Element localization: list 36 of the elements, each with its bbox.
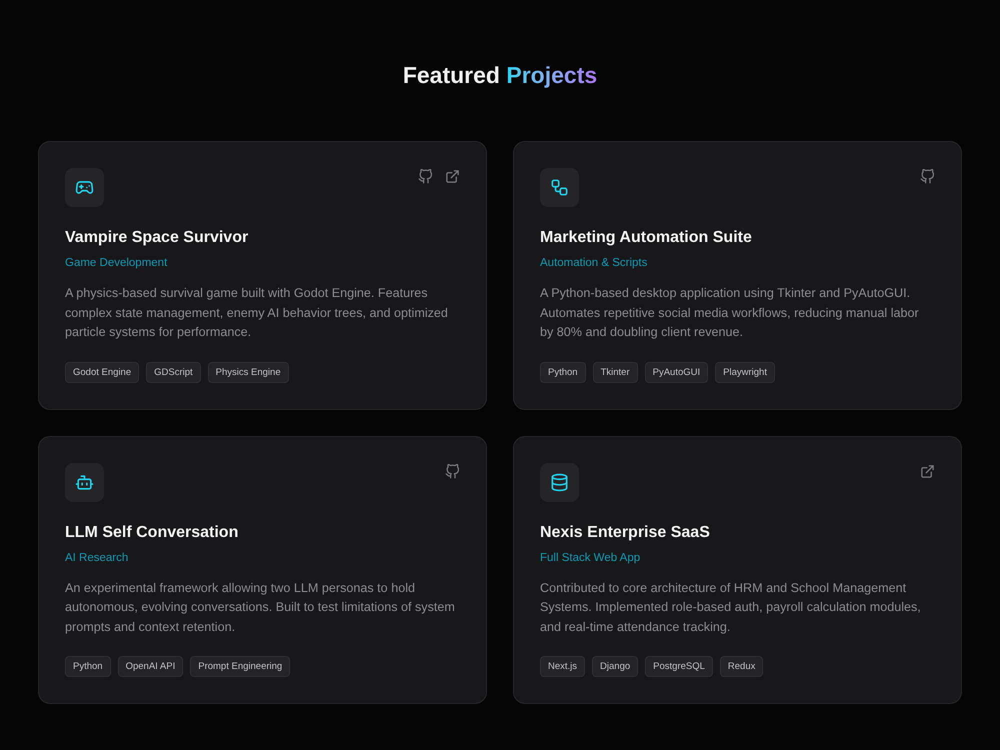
github-icon[interactable] [920,169,935,184]
tech-tag: Next.js [540,656,586,677]
section-heading: Featured Projects [402,61,598,90]
robot-icon [65,462,104,502]
tech-tag: OpenAI API [118,656,184,677]
tech-tag: Playwright [715,362,775,382]
project-category: Full Stack Web App [540,550,640,566]
project-description: Contributed to core architecture of HRM and School Management Systems. Implemented role-based auth, payroll calculation modules, and real-time attendance tracking. [540,580,922,636]
tech-tag: Redux [720,656,764,677]
tech-tag: Godot Engine [65,362,140,382]
database-icon [540,462,579,502]
github-icon[interactable] [445,464,460,478]
project-title: Vampire Space Survivor [65,228,248,248]
tech-tag: Django [592,656,638,677]
project-category: AI Research [65,550,128,566]
tech-tag: Python [65,656,111,677]
tech-tag: GDScript [146,362,201,382]
workflow-icon [540,168,579,207]
project-category: Automation & Scripts [540,256,648,271]
github-icon[interactable] [418,169,433,184]
tech-tag: Tkinter [592,362,638,382]
gamepad-icon [65,168,104,207]
project-description: A physics-based survival game built with Godot Engine. Features complex state management, enemy AI behavior trees, and optimized particle systems for performance. [65,285,449,341]
project-title: Nexis Enterprise SaaS [540,522,710,542]
tech-tag: Physics Engine [208,362,289,382]
tech-tag: Python [540,362,586,382]
project-category: Game Development [65,256,168,271]
project-title: LLM Self Conversation [65,522,238,542]
project-title: Marketing Automation Suite [540,228,752,248]
tech-tag: PyAutoGUI [644,362,708,382]
project-description: An experimental framework allowing two LLM personas to hold autonomous, evolving conversations. Built to test limitations of system prompts and context retention. [65,580,456,636]
external-link-icon[interactable] [445,169,460,184]
external-link-icon[interactable] [920,464,935,478]
tech-tag: Prompt Engineering [190,656,290,677]
tech-tag: PostgreSQL [645,656,713,677]
project-description: A Python-based desktop application using Tkinter and PyAutoGUI. Automates repetitive social media workflows, reducing manual labor by 80% and doubling client revenue. [540,285,920,341]
